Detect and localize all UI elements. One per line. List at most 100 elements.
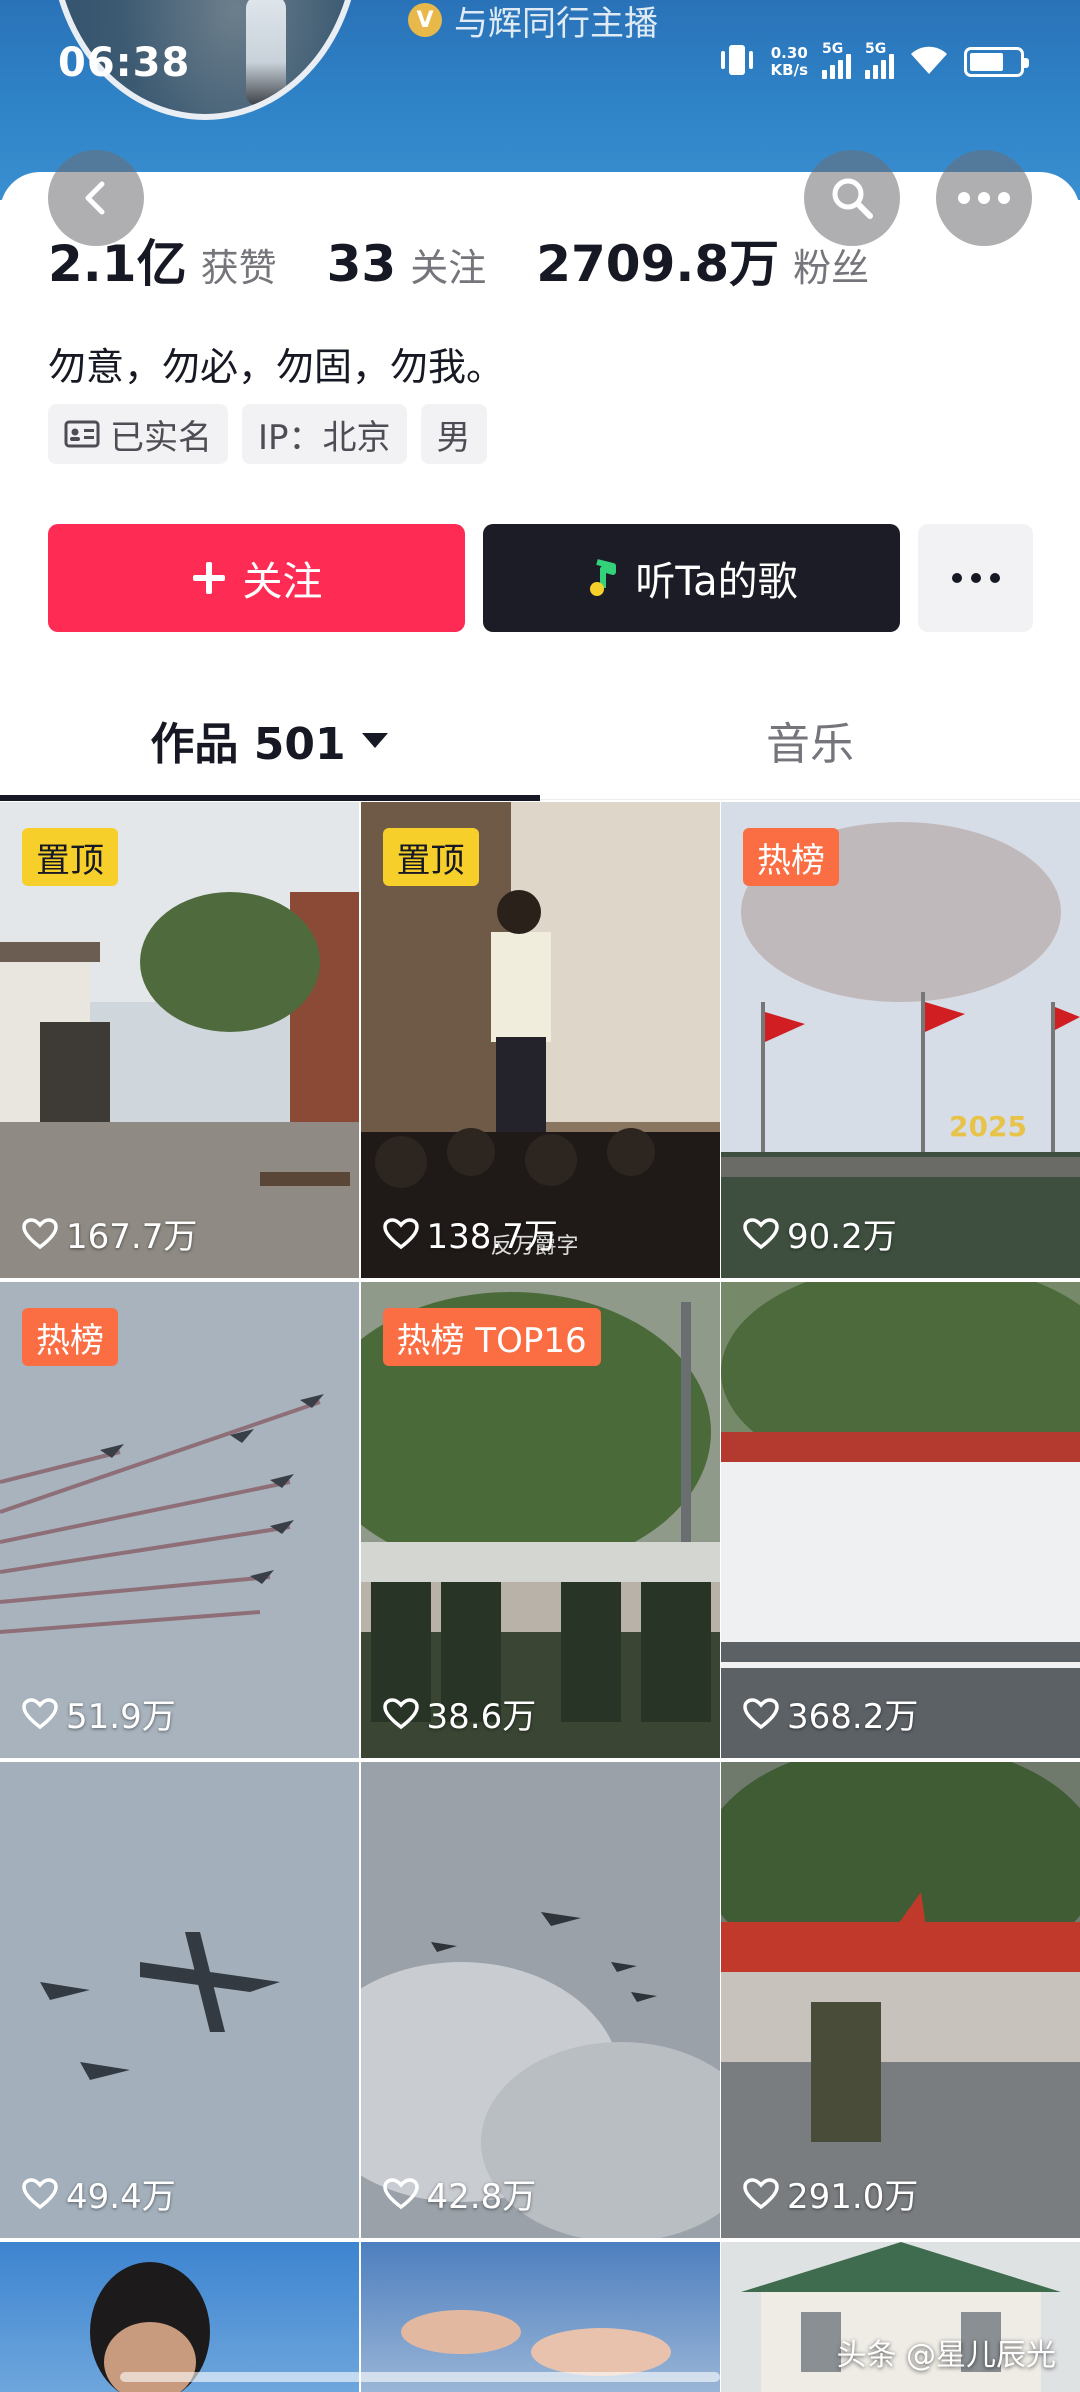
heart-icon — [743, 1217, 779, 1249]
video-likes: 90.2万 — [743, 1209, 897, 1258]
network-speed-value: 0.30 — [770, 44, 808, 62]
follow-button-label: 关注 — [242, 559, 323, 605]
video-likes-count: 291.0万 — [787, 2177, 919, 2217]
more-dots-icon — [951, 573, 1000, 583]
back-button[interactable] — [48, 150, 144, 246]
pinned-badge: 置顶 — [22, 828, 118, 886]
trending-badge: 热榜 — [22, 1308, 118, 1366]
video-tile[interactable]: 热榜 51.9万 — [0, 1282, 359, 1758]
video-likes: 138.7万 — [382, 1209, 558, 1258]
video-tile[interactable] — [0, 2242, 359, 2392]
watermark: 头条 @星儿辰光 — [836, 2338, 1056, 2373]
heart-icon — [382, 1697, 419, 1729]
verified-text: 与辉同行主播 — [454, 3, 658, 44]
heart-icon — [743, 1697, 779, 1729]
video-likes: 51.9万 — [22, 1689, 176, 1738]
tag-label: 已实名 — [110, 417, 212, 458]
network-speed-unit: KB/s — [770, 61, 808, 79]
search-icon — [832, 178, 873, 219]
video-likes: 38.6万 — [382, 1689, 537, 1738]
video-likes-count: 167.7万 — [66, 1217, 198, 1257]
video-tile[interactable]: 反万爵字 置顶 138.7万 — [360, 802, 720, 1278]
active-tab-indicator — [0, 795, 540, 801]
plus-icon — [192, 562, 225, 594]
profile-header-background: V 与辉同行主播 06:38 0.30 KB/s 5G 5G — [0, 0, 1080, 200]
video-likes-count: 49.4万 — [66, 2177, 176, 2217]
trending-badge: 热榜 — [743, 828, 839, 886]
video-grid: 置顶 167.7万 反万爵字 置顶 138.7万 2025 热榜 90.2万 热… — [0, 802, 1080, 2392]
tab-music[interactable]: 音乐 — [540, 680, 1080, 800]
tag-label: IP：北京 — [258, 417, 391, 458]
back-arrow-icon — [85, 181, 105, 215]
profile-tags: 已实名 IP：北京 男 — [48, 404, 487, 464]
following-count[interactable]: 33 — [327, 235, 397, 293]
video-likes-count: 51.9万 — [66, 1697, 176, 1737]
heart-icon — [22, 1217, 58, 1249]
id-card-icon — [64, 420, 100, 448]
more-actions-button[interactable] — [918, 524, 1033, 632]
avatar-person — [246, 0, 286, 106]
signal-icon: 5G — [865, 41, 894, 79]
pinned-badge: 置顶 — [382, 828, 479, 886]
video-tile[interactable]: 49.4万 — [0, 1762, 359, 2238]
video-likes-count: 138.7万 — [426, 1217, 558, 1257]
video-likes-count: 38.6万 — [426, 1697, 537, 1737]
signal-icon: 5G — [822, 41, 851, 79]
network-speed: 0.30 KB/s — [771, 45, 808, 79]
video-likes: 42.8万 — [382, 2169, 537, 2218]
video-tile[interactable]: 热榜 TOP16 38.6万 — [360, 1282, 720, 1758]
video-likes: 291.0万 — [743, 2169, 918, 2218]
tag-verified-identity[interactable]: 已实名 — [48, 404, 228, 464]
video-tile[interactable]: 置顶 167.7万 — [0, 802, 359, 1278]
video-tile[interactable]: 368.2万 — [721, 1282, 1080, 1758]
music-note-icon — [590, 559, 617, 596]
video-tile[interactable]: 42.8万 — [360, 1762, 720, 2238]
content-tabs: 作品 501 音乐 — [0, 680, 1080, 801]
video-overlay-text: 2025 — [949, 1110, 1027, 1143]
wifi-icon — [908, 44, 950, 80]
tag-ip-location: IP：北京 — [242, 404, 407, 464]
more-options-button[interactable] — [936, 150, 1032, 246]
tag-gender: 男 — [420, 404, 487, 464]
profile-stats: 2.1亿 获赞 33 关注 2709.8万 粉丝 — [48, 224, 919, 296]
video-tile[interactable] — [360, 2242, 720, 2392]
listen-songs-button[interactable]: 听Ta的歌 — [483, 524, 900, 632]
listen-songs-label: 听Ta的歌 — [635, 559, 798, 605]
heart-icon — [382, 2177, 419, 2209]
profile-bio: 勿意，勿必，勿固，勿我。 — [48, 345, 505, 389]
video-thumbnail — [721, 1282, 1080, 1758]
video-thumbnail — [0, 1762, 359, 2238]
signal-label: 5G — [865, 41, 887, 57]
video-tile[interactable]: 2025 热榜 90.2万 — [721, 802, 1080, 1278]
tag-label: 男 — [436, 417, 471, 458]
video-thumbnail — [360, 1762, 720, 2238]
following-label[interactable]: 关注 — [410, 237, 486, 292]
status-icons: 0.30 KB/s 5G 5G — [717, 41, 1029, 82]
battery-icon — [964, 47, 1029, 77]
likes-label: 获赞 — [200, 246, 277, 290]
verified-line: V 与辉同行主播 — [408, 0, 658, 44]
heart-icon — [743, 2177, 779, 2209]
video-likes: 368.2万 — [743, 1689, 918, 1738]
verified-icon: V — [408, 3, 442, 37]
followers-count[interactable]: 2709.8万 — [536, 224, 779, 296]
video-likes-count: 90.2万 — [787, 1217, 897, 1257]
vibrate-icon — [717, 42, 757, 82]
heart-icon — [22, 1697, 58, 1729]
status-time: 06:38 — [58, 40, 191, 86]
video-thumbnail — [0, 2242, 359, 2392]
video-thumbnail — [721, 1762, 1080, 2238]
search-button[interactable] — [804, 150, 900, 246]
video-likes: 49.4万 — [22, 2169, 176, 2218]
video-tile[interactable]: 291.0万 — [721, 1762, 1080, 2238]
video-likes: 167.7万 — [22, 1209, 197, 1258]
home-indicator[interactable] — [120, 2372, 720, 2382]
video-likes-count: 42.8万 — [426, 2177, 537, 2217]
heart-icon — [22, 2177, 58, 2209]
follow-button[interactable]: 关注 — [48, 524, 465, 632]
tab-works[interactable]: 作品 501 — [0, 680, 540, 800]
video-likes-count: 368.2万 — [787, 1697, 919, 1737]
heart-icon — [382, 1217, 419, 1249]
profile-actions: 关注 听Ta的歌 — [48, 524, 1033, 632]
tab-works-label: 作品 501 — [150, 719, 346, 770]
